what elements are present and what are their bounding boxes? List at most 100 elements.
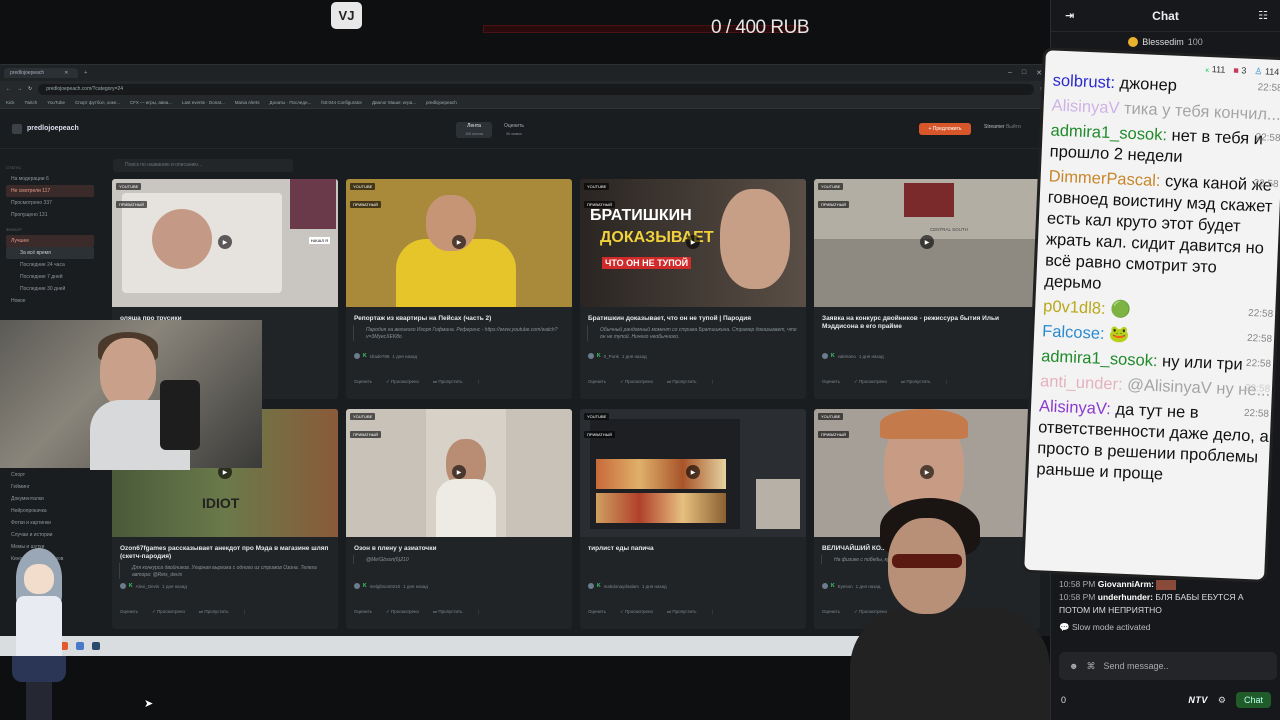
video-card[interactable]: YOUTUBE ПРИВАТНЫЙ ▶ Репортаж из квартиры на…: [346, 179, 572, 399]
video-thumbnail[interactable]: YOUTUBE ПРИВАТНЫЙ ▶: [346, 409, 572, 537]
author-name[interactable]: shade788: [370, 354, 390, 359]
play-icon[interactable]: ▶: [920, 235, 934, 249]
sidebar-category-item[interactable]: Случаи и истории: [6, 529, 94, 541]
rate-button[interactable]: Оценить: [588, 609, 606, 615]
bookmark-item[interactable]: Спорт футбол, хоке...: [75, 100, 120, 105]
sidebar-status-item[interactable]: Не смотрели 117: [6, 185, 94, 197]
play-icon[interactable]: ▶: [920, 465, 934, 479]
sidebar-time-item[interactable]: За всё время: [6, 247, 94, 259]
watched-button[interactable]: ✓ Просмотрено: [386, 609, 419, 615]
bookmark-item[interactable]: Mania Alerts: [235, 100, 260, 105]
bookmark-item[interactable]: Last events · Donat...: [182, 100, 225, 105]
bookmark-item[interactable]: CFX — игры, авиа...: [130, 100, 172, 105]
rate-button[interactable]: Оценить: [120, 609, 138, 615]
forward-icon[interactable]: →: [17, 86, 22, 92]
chat-nick[interactable]: underhunder:: [1098, 592, 1153, 602]
sidebar-item-best[interactable]: Лучшее: [6, 235, 94, 247]
bookmark-item[interactable]: fs0:044 Configurator: [321, 100, 362, 105]
rate-button[interactable]: Оценить: [822, 379, 840, 385]
more-icon[interactable]: ⋮: [476, 379, 481, 385]
maximize-icon[interactable]: □: [1022, 69, 1026, 77]
bookmark-item[interactable]: Диалог Маше: игра...: [372, 100, 416, 105]
video-title[interactable]: тирлист еды папича: [580, 537, 806, 555]
streamer-menu[interactable]: Streamer Выйти: [984, 124, 1021, 130]
video-thumbnail[interactable]: YOUTUBE ПРИВАТНЫЙ ▶: [346, 179, 572, 307]
chat-send-button[interactable]: Chat: [1235, 692, 1271, 708]
author-name[interactable]: Alexi_Devis: [136, 584, 160, 589]
video-title[interactable]: Озон в плену у азиаточки: [346, 537, 572, 555]
video-thumbnail[interactable]: НАЧАЛ Я YOUTUBE ПРИВАТНЫЙ ▶: [112, 179, 338, 307]
video-title[interactable]: Репортаж из квартиры на Пейсах (часть 2): [346, 307, 572, 325]
sidebar-status-item[interactable]: Просмотрено 337: [6, 197, 94, 209]
video-thumbnail[interactable]: CENTRAL SOUTH YOUTUBE ПРИВАТНЫЙ ▶: [814, 179, 1040, 307]
rate-button[interactable]: Оценить: [822, 609, 840, 615]
bookmark-item[interactable]: predlojoepeach: [426, 100, 457, 105]
site-brand[interactable]: predlojoepeach: [12, 123, 79, 134]
emote-picker-icon[interactable]: ☻: [1069, 661, 1078, 671]
author-name[interactable]: 0_Punk: [604, 354, 619, 359]
video-card[interactable]: CENTRAL SOUTH YOUTUBE ПРИВАТНЫЙ ▶ Заявка на …: [814, 179, 1040, 399]
watched-button[interactable]: ✓ Просмотрено: [620, 379, 653, 385]
sidebar-category-item[interactable]: Спорт: [6, 469, 94, 481]
video-thumbnail[interactable]: БРАТИШКИН ДОКАЗЫВАЕТ ЧТО ОН НЕ ТУПОЙ YOUTUB…: [580, 179, 806, 307]
video-title[interactable]: Братишкин доказывает, что он не тупой | …: [580, 307, 806, 325]
logout-link[interactable]: Выйти: [1006, 124, 1021, 130]
chat-input[interactable]: ☻ ⌘ Send message..: [1059, 652, 1277, 680]
tab-feed[interactable]: Лента 105 постов: [456, 122, 492, 138]
sidebar-category-item[interactable]: Документалки: [6, 493, 94, 505]
play-icon[interactable]: ▶: [452, 465, 466, 479]
skip-button[interactable]: ⏭ Пропустить: [433, 609, 462, 615]
watched-button[interactable]: ✓ Просмотрено: [152, 609, 185, 615]
bookmark-item[interactable]: Kick: [6, 100, 15, 105]
video-card[interactable]: YOUTUBE ПРИВАТНЫЙ ▶ тирлист еды папича Kmakd…: [580, 409, 806, 629]
watched-button[interactable]: ✓ Просмотрено: [620, 609, 653, 615]
sidebar-time-item[interactable]: Последние 30 дней: [6, 283, 94, 295]
back-icon[interactable]: ←: [6, 86, 11, 92]
rate-button[interactable]: Оценить: [588, 379, 606, 385]
browser-tab[interactable]: predlojoepeach ✕: [4, 68, 79, 78]
skip-button[interactable]: ⏭ Пропустить: [667, 609, 696, 615]
video-card[interactable]: YOUTUBE ПРИВАТНЫЙ ▶ Озон в плену у азиаточк…: [346, 409, 572, 629]
watched-button[interactable]: ✓ Просмотрено: [386, 379, 419, 385]
play-icon[interactable]: ▶: [686, 465, 700, 479]
bookmark-item[interactable]: YouTube: [47, 100, 65, 105]
video-title[interactable]: Ozon67fgames рассказывает анекдот про Мэ…: [112, 537, 338, 563]
chat-nick[interactable]: GiovanniArm:: [1098, 579, 1154, 589]
sidebar-category-item[interactable]: Нейропрокачка: [6, 505, 94, 517]
skip-button[interactable]: ⏭ Пропустить: [667, 379, 696, 385]
video-title[interactable]: Заявка на конкурс двойников - режиссура …: [814, 307, 1040, 333]
propose-button[interactable]: + Предложить: [919, 123, 971, 135]
settings-icon[interactable]: ⚙: [1218, 695, 1226, 706]
rate-button[interactable]: Оценить: [354, 379, 372, 385]
sidebar-category-item[interactable]: Фотки и картинки: [6, 517, 94, 529]
new-tab-icon[interactable]: +: [84, 70, 87, 76]
minimize-icon[interactable]: –: [1008, 69, 1012, 77]
close-icon[interactable]: ✕: [64, 70, 68, 76]
search-input[interactable]: Поиск по названию и описанию...: [113, 159, 293, 172]
url-input[interactable]: predlojoepeach.com/?category=24: [38, 83, 1034, 95]
chat-users-icon[interactable]: ☷: [1258, 9, 1268, 22]
app-icon[interactable]: [76, 642, 84, 650]
sidebar-category-item[interactable]: Гейминг: [6, 481, 94, 493]
sidebar-item-new[interactable]: Новое: [6, 295, 94, 307]
more-icon[interactable]: ⋮: [476, 609, 481, 615]
more-icon[interactable]: ⋮: [944, 379, 949, 385]
sidebar-status-item[interactable]: На модерации 6: [6, 173, 94, 185]
skip-button[interactable]: ⏭ Пропустить: [901, 379, 930, 385]
sidebar-time-item[interactable]: Последние 7 дней: [6, 271, 94, 283]
video-card[interactable]: БРАТИШКИН ДОКАЗЫВАЕТ ЧТО ОН НЕ ТУПОЙ YOUTUB…: [580, 179, 806, 399]
sidebar-time-item[interactable]: Последние 24 часа: [6, 259, 94, 271]
watched-button[interactable]: ✓ Просмотрено: [854, 379, 887, 385]
author-name[interactable]: makdonaydsalam: [604, 584, 639, 589]
collapse-chat-icon[interactable]: ⇥: [1065, 9, 1074, 22]
author-name[interactable]: valeriano: [838, 354, 856, 359]
translate-icon[interactable]: ⌘: [1086, 661, 1095, 672]
author-name[interactable]: melgibson0210: [370, 584, 401, 589]
bookmark-item[interactable]: Донаты · Последн...: [270, 100, 312, 105]
more-icon[interactable]: ⋮: [710, 609, 715, 615]
play-icon[interactable]: ▶: [218, 235, 232, 249]
skip-button[interactable]: ⏭ Пропустить: [433, 379, 462, 385]
rate-button[interactable]: Оценить: [354, 609, 372, 615]
steam-icon[interactable]: [92, 642, 100, 650]
more-icon[interactable]: ⋮: [242, 609, 247, 615]
